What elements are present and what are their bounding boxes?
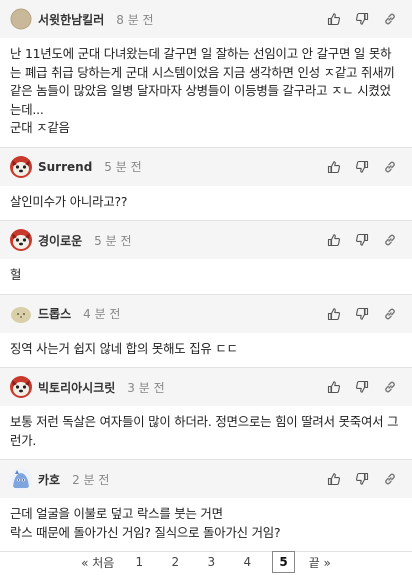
comment-timestamp: 5 분 전 xyxy=(94,233,132,248)
user-avatar[interactable] xyxy=(10,303,32,325)
comment-header: 드롭스 4 분 전 xyxy=(0,294,412,333)
thumbs-up-icon[interactable] xyxy=(320,377,348,397)
comment-body: 헐 xyxy=(0,259,412,294)
link-icon[interactable] xyxy=(376,230,404,250)
comment-list: 서윗한남킬러 8 분 전 난 11년도에 군대 다녀왔는데 갈구면 일 잘하는 … xyxy=(0,0,412,552)
comment-text-line: 보통 저런 독살은 여자들이 많이 하더라. 정면으로는 힘이 딸려서 못죽여서… xyxy=(10,414,399,448)
comment-body: 근데 얼굴을 이불로 덮고 락스를 붓는 거면락스 때문에 돌아가신 거임? 질… xyxy=(0,498,412,551)
comment-item: 빅토리아시크릿 3 분 전 보통 저런 독살은 여자들이 많이 하더라. 정면으… xyxy=(0,368,412,460)
page-link-2[interactable]: 2 xyxy=(164,551,186,573)
comment-item: Surrend 5 분 전 살인미수가 아니라고?? xyxy=(0,147,412,221)
comment-username[interactable]: Surrend xyxy=(38,160,92,174)
comment-header: 카호 2 분 전 xyxy=(0,460,412,498)
comment-timestamp: 3 분 전 xyxy=(127,380,165,395)
comment-body: 살인미수가 아니라고?? xyxy=(0,186,412,221)
comment-timestamp: 8 분 전 xyxy=(116,12,154,27)
user-avatar[interactable] xyxy=(10,8,32,30)
comment-actions xyxy=(320,304,404,324)
comment-body: 징역 사는거 쉽지 않네 합의 못해도 집유 ㄷㄷ xyxy=(0,333,412,368)
comment-body: 보통 저런 독살은 여자들이 많이 하더라. 정면으로는 힘이 딸려서 못죽여서… xyxy=(0,406,412,459)
comment-text-line: 살인미수가 아니라고?? xyxy=(10,193,128,209)
link-icon[interactable] xyxy=(376,469,404,489)
comment-actions xyxy=(320,377,404,397)
link-icon[interactable] xyxy=(376,377,404,397)
comment-timestamp: 2 분 전 xyxy=(72,472,110,487)
comment-timestamp: 4 분 전 xyxy=(83,307,121,321)
last-page-link[interactable]: 끝 » xyxy=(309,551,331,573)
comment-username[interactable]: 경이로운 xyxy=(38,232,82,249)
link-icon[interactable] xyxy=(376,304,404,324)
comment-actions xyxy=(320,157,404,177)
comment-item: 서윗한남킬러 8 분 전 난 11년도에 군대 다녀왔는데 갈구면 일 잘하는 … xyxy=(0,0,412,148)
comment-text-line: 징역 사는거 쉽지 않네 합의 못해도 집유 ㄷㄷ xyxy=(10,340,238,356)
thumbs-down-icon[interactable] xyxy=(348,9,376,29)
comment-body: 난 11년도에 군대 다녀왔는데 갈구면 일 잘하는 선임이고 안 갈구면 일 … xyxy=(0,38,412,147)
page-link-4[interactable]: 4 xyxy=(236,551,258,573)
user-avatar[interactable] xyxy=(10,229,32,251)
comment-text-line: 근데 얼굴을 이불로 덮고 락스를 붓는 거면 xyxy=(10,506,223,521)
thumbs-up-icon[interactable] xyxy=(320,469,348,489)
page-link-1[interactable]: 1 xyxy=(128,551,150,573)
comment-actions xyxy=(320,230,404,250)
thumbs-up-icon[interactable] xyxy=(320,304,348,324)
thumbs-down-icon[interactable] xyxy=(348,157,376,177)
comment-username[interactable]: 빅토리아시크릿 xyxy=(38,379,115,396)
page-link-3[interactable]: 3 xyxy=(200,551,222,573)
comment-item: 경이로운 5 분 전 헐 xyxy=(0,221,412,295)
comment-actions xyxy=(320,9,404,29)
user-avatar[interactable] xyxy=(10,155,32,178)
thumbs-up-icon[interactable] xyxy=(320,157,348,177)
comment-item: 드롭스 4 분 전 징역 사는거 쉽지 않네 합의 못해도 집유 ㄷㄷ xyxy=(0,294,412,368)
comment-header: Surrend 5 분 전 xyxy=(0,147,412,186)
link-icon[interactable] xyxy=(376,157,404,177)
comment-item: 카호 2 분 전 근데 얼굴을 이불로 덮고 락스를 붓는 거면락스 때문에 돌… xyxy=(0,460,412,552)
thumbs-up-icon[interactable] xyxy=(320,9,348,29)
comment-text-line: 난 11년도에 군대 다녀왔는데 갈구면 일 잘하는 선임이고 안 갈구면 일 … xyxy=(10,46,395,117)
comment-text-line: 락스 때문에 돌아가신 거임? 질식으로 돌아가신 거임? xyxy=(10,524,281,540)
user-avatar[interactable] xyxy=(10,468,32,490)
comment-timestamp: 5 분 전 xyxy=(104,160,142,174)
page-link-5-current[interactable]: 5 xyxy=(272,551,295,573)
thumbs-down-icon[interactable] xyxy=(348,469,376,489)
comment-header: 경이로운 5 분 전 xyxy=(0,221,412,259)
link-icon[interactable] xyxy=(376,9,404,29)
thumbs-down-icon[interactable] xyxy=(348,304,376,324)
comment-text-line: 헐 xyxy=(10,267,22,282)
first-page-link[interactable]: « 처음 xyxy=(81,551,114,573)
comment-actions xyxy=(320,469,404,489)
thumbs-down-icon[interactable] xyxy=(348,377,376,397)
comment-header: 서윗한남킬러 8 분 전 xyxy=(0,0,412,38)
pagination: « 처음 1 2 3 4 5 끝 » xyxy=(0,549,412,575)
thumbs-down-icon[interactable] xyxy=(348,230,376,250)
comment-username[interactable]: 드롭스 xyxy=(38,305,71,322)
thumbs-up-icon[interactable] xyxy=(320,230,348,250)
comment-text-line: 군대 ㅈ같음 xyxy=(10,120,70,135)
comment-username[interactable]: 카호 xyxy=(38,471,60,488)
user-avatar[interactable] xyxy=(10,376,32,398)
comment-header: 빅토리아시크릿 3 분 전 xyxy=(0,368,412,406)
comment-username[interactable]: 서윗한남킬러 xyxy=(38,11,104,28)
